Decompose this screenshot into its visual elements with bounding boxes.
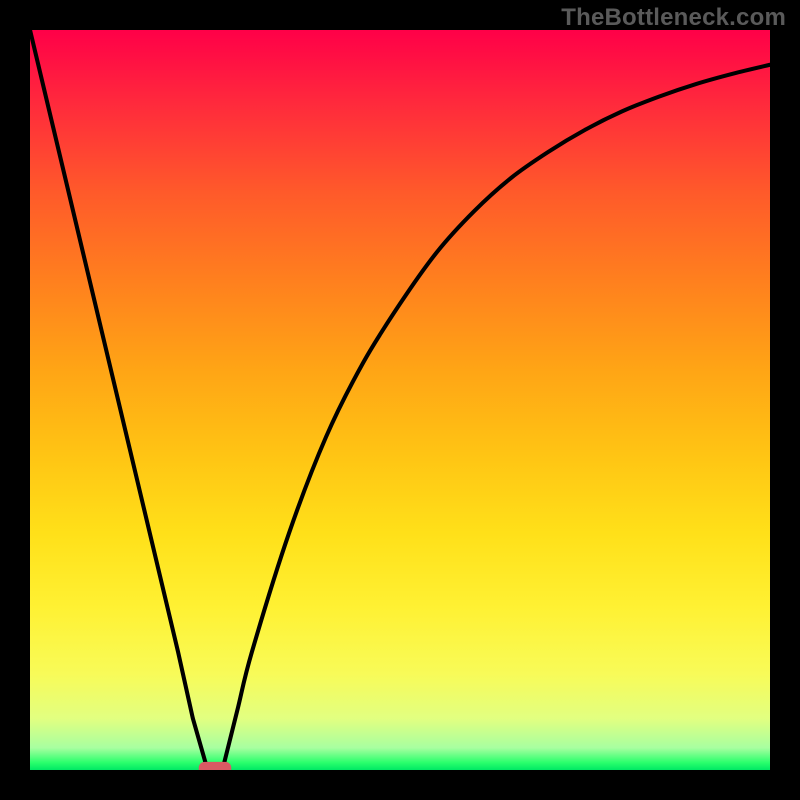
chart-svg — [30, 30, 770, 770]
bottleneck-curve — [30, 30, 770, 770]
watermark-text: TheBottleneck.com — [561, 4, 786, 32]
chart-frame: TheBottleneck.com — [0, 0, 800, 800]
optimal-marker — [199, 762, 232, 770]
